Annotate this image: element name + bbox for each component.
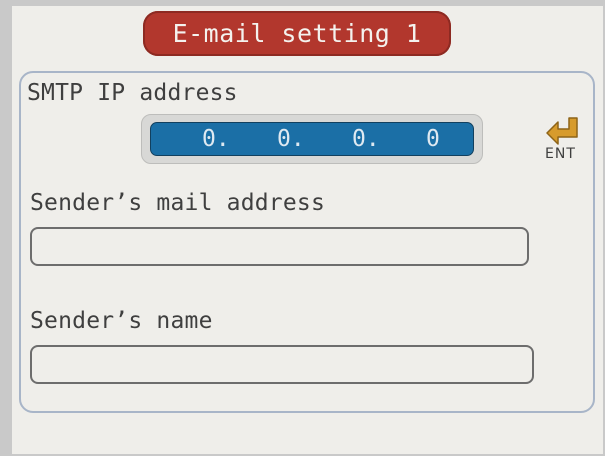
sender-mail-field[interactable] xyxy=(30,227,529,266)
sender-mail-label: Sender’s mail address xyxy=(30,190,325,216)
email-settings-screen: E-mail setting 1 SMTP IP address 0. 0. 0… xyxy=(12,6,603,454)
smtp-ip-frame: 0. 0. 0. 0 xyxy=(141,114,483,164)
screen-title: E-mail setting 1 xyxy=(143,11,451,56)
smtp-ip-field[interactable]: 0. 0. 0. 0 xyxy=(150,122,474,156)
sender-name-label: Sender’s name xyxy=(30,308,213,334)
ip-octet-3: 0. xyxy=(352,126,380,152)
ip-octet-4: 0 xyxy=(426,126,440,152)
enter-button[interactable]: ENT xyxy=(541,114,591,166)
ip-octet-2: 0. xyxy=(277,126,305,152)
ip-octet-1: 0. xyxy=(202,126,230,152)
enter-button-label: ENT xyxy=(545,146,576,162)
enter-return-arrow-icon xyxy=(546,117,578,145)
smtp-ip-label: SMTP IP address xyxy=(27,80,238,106)
sender-name-field[interactable] xyxy=(30,345,534,384)
